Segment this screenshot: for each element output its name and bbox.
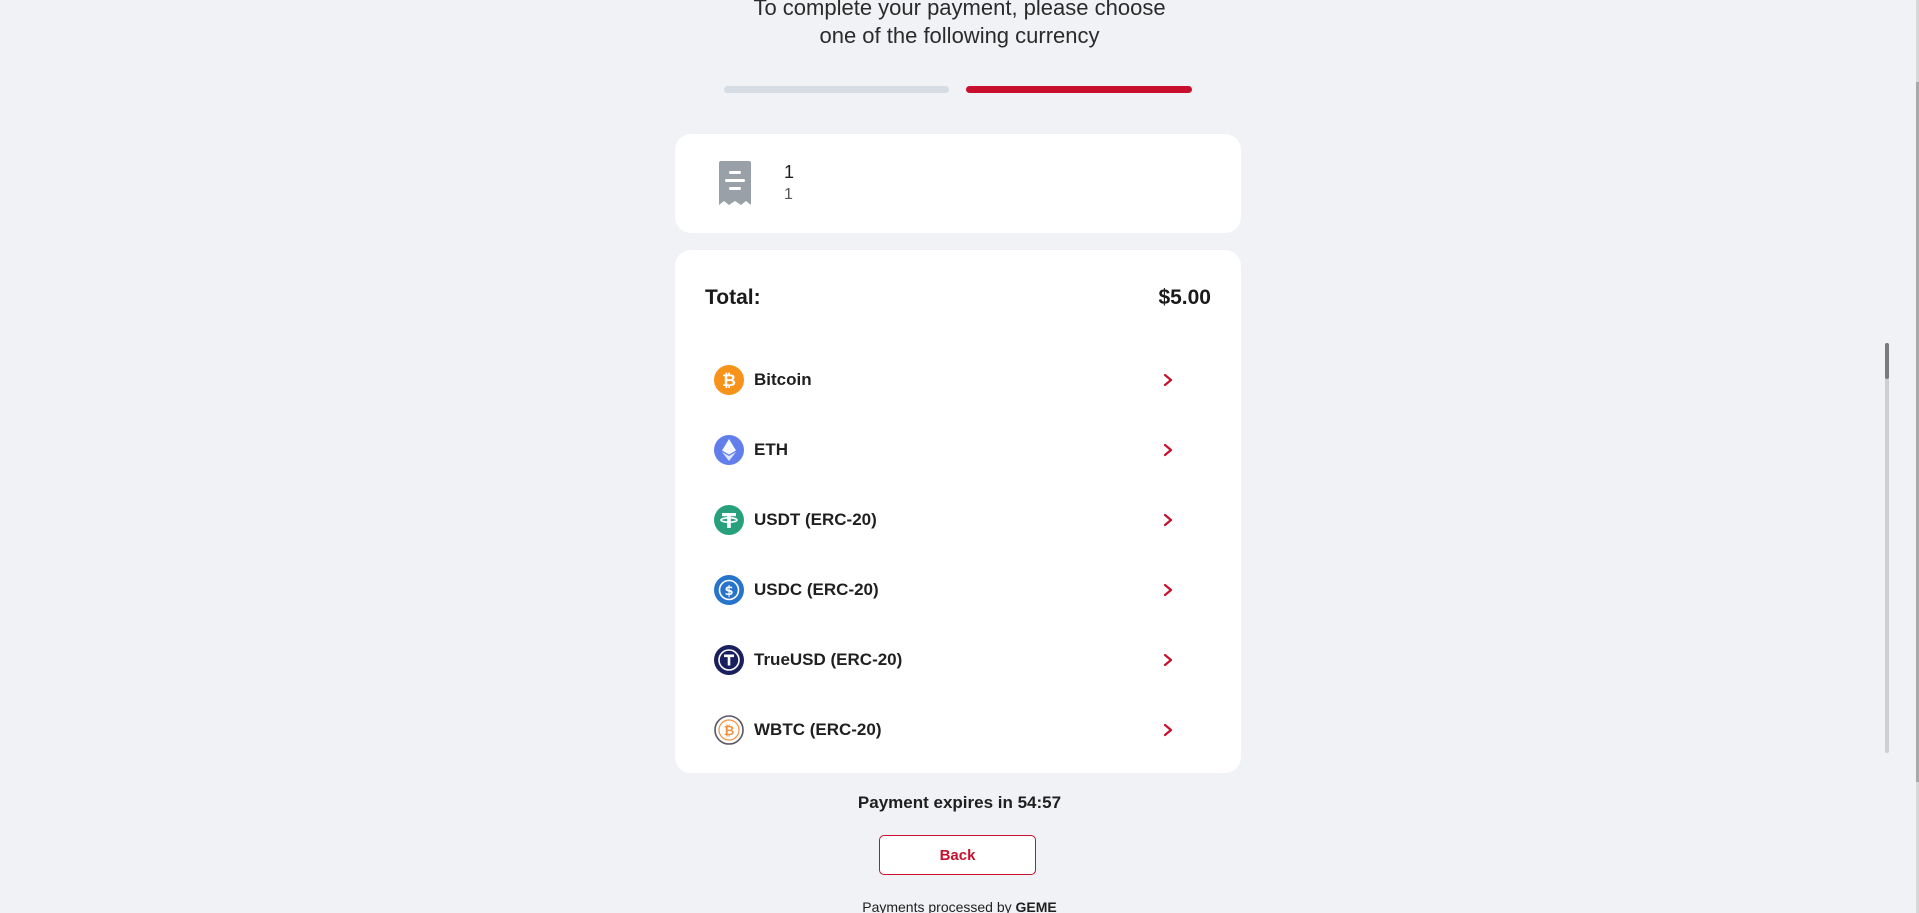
currency-name: TrueUSD (ERC-20) (754, 650, 903, 669)
chevron-right-icon (1163, 723, 1173, 737)
receipt-icon (719, 161, 751, 205)
currency-option-eth[interactable]: ETH (705, 415, 1201, 485)
currency-name: USDC (ERC-20) (754, 580, 879, 599)
currency-option-usdt[interactable]: USDT (ERC-20) (705, 485, 1201, 555)
step-indicator-2 (966, 86, 1192, 93)
tether-icon (714, 505, 744, 535)
payment-expiry-text: Payment expires in 54:57 (857, 793, 1062, 812)
svg-text:$: $ (724, 584, 733, 599)
payment-card: Total: $5.00 ₿ Bitcoin ETH USDT (ERC-20)… (675, 250, 1241, 773)
processed-by-text: Payments processed by GEME (0, 899, 1919, 913)
currency-list[interactable]: ₿ Bitcoin ETH USDT (ERC-20) $ USDC (ERC-… (705, 345, 1201, 765)
chevron-right-icon (1163, 583, 1173, 597)
chevron-right-icon (1163, 513, 1173, 527)
bitcoin-icon: ₿ (714, 365, 744, 395)
order-subtitle: 1 (784, 186, 793, 203)
svg-text:₿: ₿ (722, 371, 736, 391)
order-title: 1 (784, 162, 795, 182)
order-summary-card: 1 1 (675, 134, 1241, 233)
currency-option-bitcoin[interactable]: ₿ Bitcoin (705, 345, 1201, 415)
total-label: Total: (705, 286, 761, 309)
currency-name: ETH (754, 440, 788, 459)
chevron-right-icon (1163, 373, 1173, 387)
currency-list-scrollbar-thumb[interactable] (1885, 343, 1889, 379)
step-indicator-1 (724, 86, 949, 93)
currency-option-usdc[interactable]: $ USDC (ERC-20) (705, 555, 1201, 625)
payment-page: To complete your payment, please choose … (0, 0, 1919, 913)
heading-line-1: To complete your payment, please choose (753, 0, 1166, 20)
currency-option-trueusd[interactable]: TrueUSD (ERC-20) (705, 625, 1201, 695)
chevron-right-icon (1163, 443, 1173, 457)
wbtc-icon: ₿ (714, 715, 744, 745)
currency-name: WBTC (ERC-20) (754, 720, 882, 739)
svg-text:₿: ₿ (724, 724, 735, 739)
chevron-right-icon (1163, 653, 1173, 667)
back-button[interactable]: Back (879, 835, 1036, 875)
heading-line-2: one of the following currency (819, 23, 1100, 48)
usdc-icon: $ (714, 575, 744, 605)
currency-list-scrollbar[interactable] (1885, 343, 1889, 753)
total-value: $5.00 (1158, 286, 1211, 309)
currency-name: Bitcoin (754, 370, 812, 389)
currency-option-wbtc[interactable]: ₿ WBTC (ERC-20) (705, 695, 1201, 765)
processed-by-prefix: Payments processed by (862, 899, 1016, 913)
ethereum-icon (714, 435, 744, 465)
currency-name: USDT (ERC-20) (754, 510, 877, 529)
step-progress (724, 86, 1192, 94)
trueusd-icon (714, 645, 744, 675)
page-heading: To complete your payment, please choose … (0, 0, 1919, 50)
processor-brand: GEME (1015, 899, 1057, 913)
